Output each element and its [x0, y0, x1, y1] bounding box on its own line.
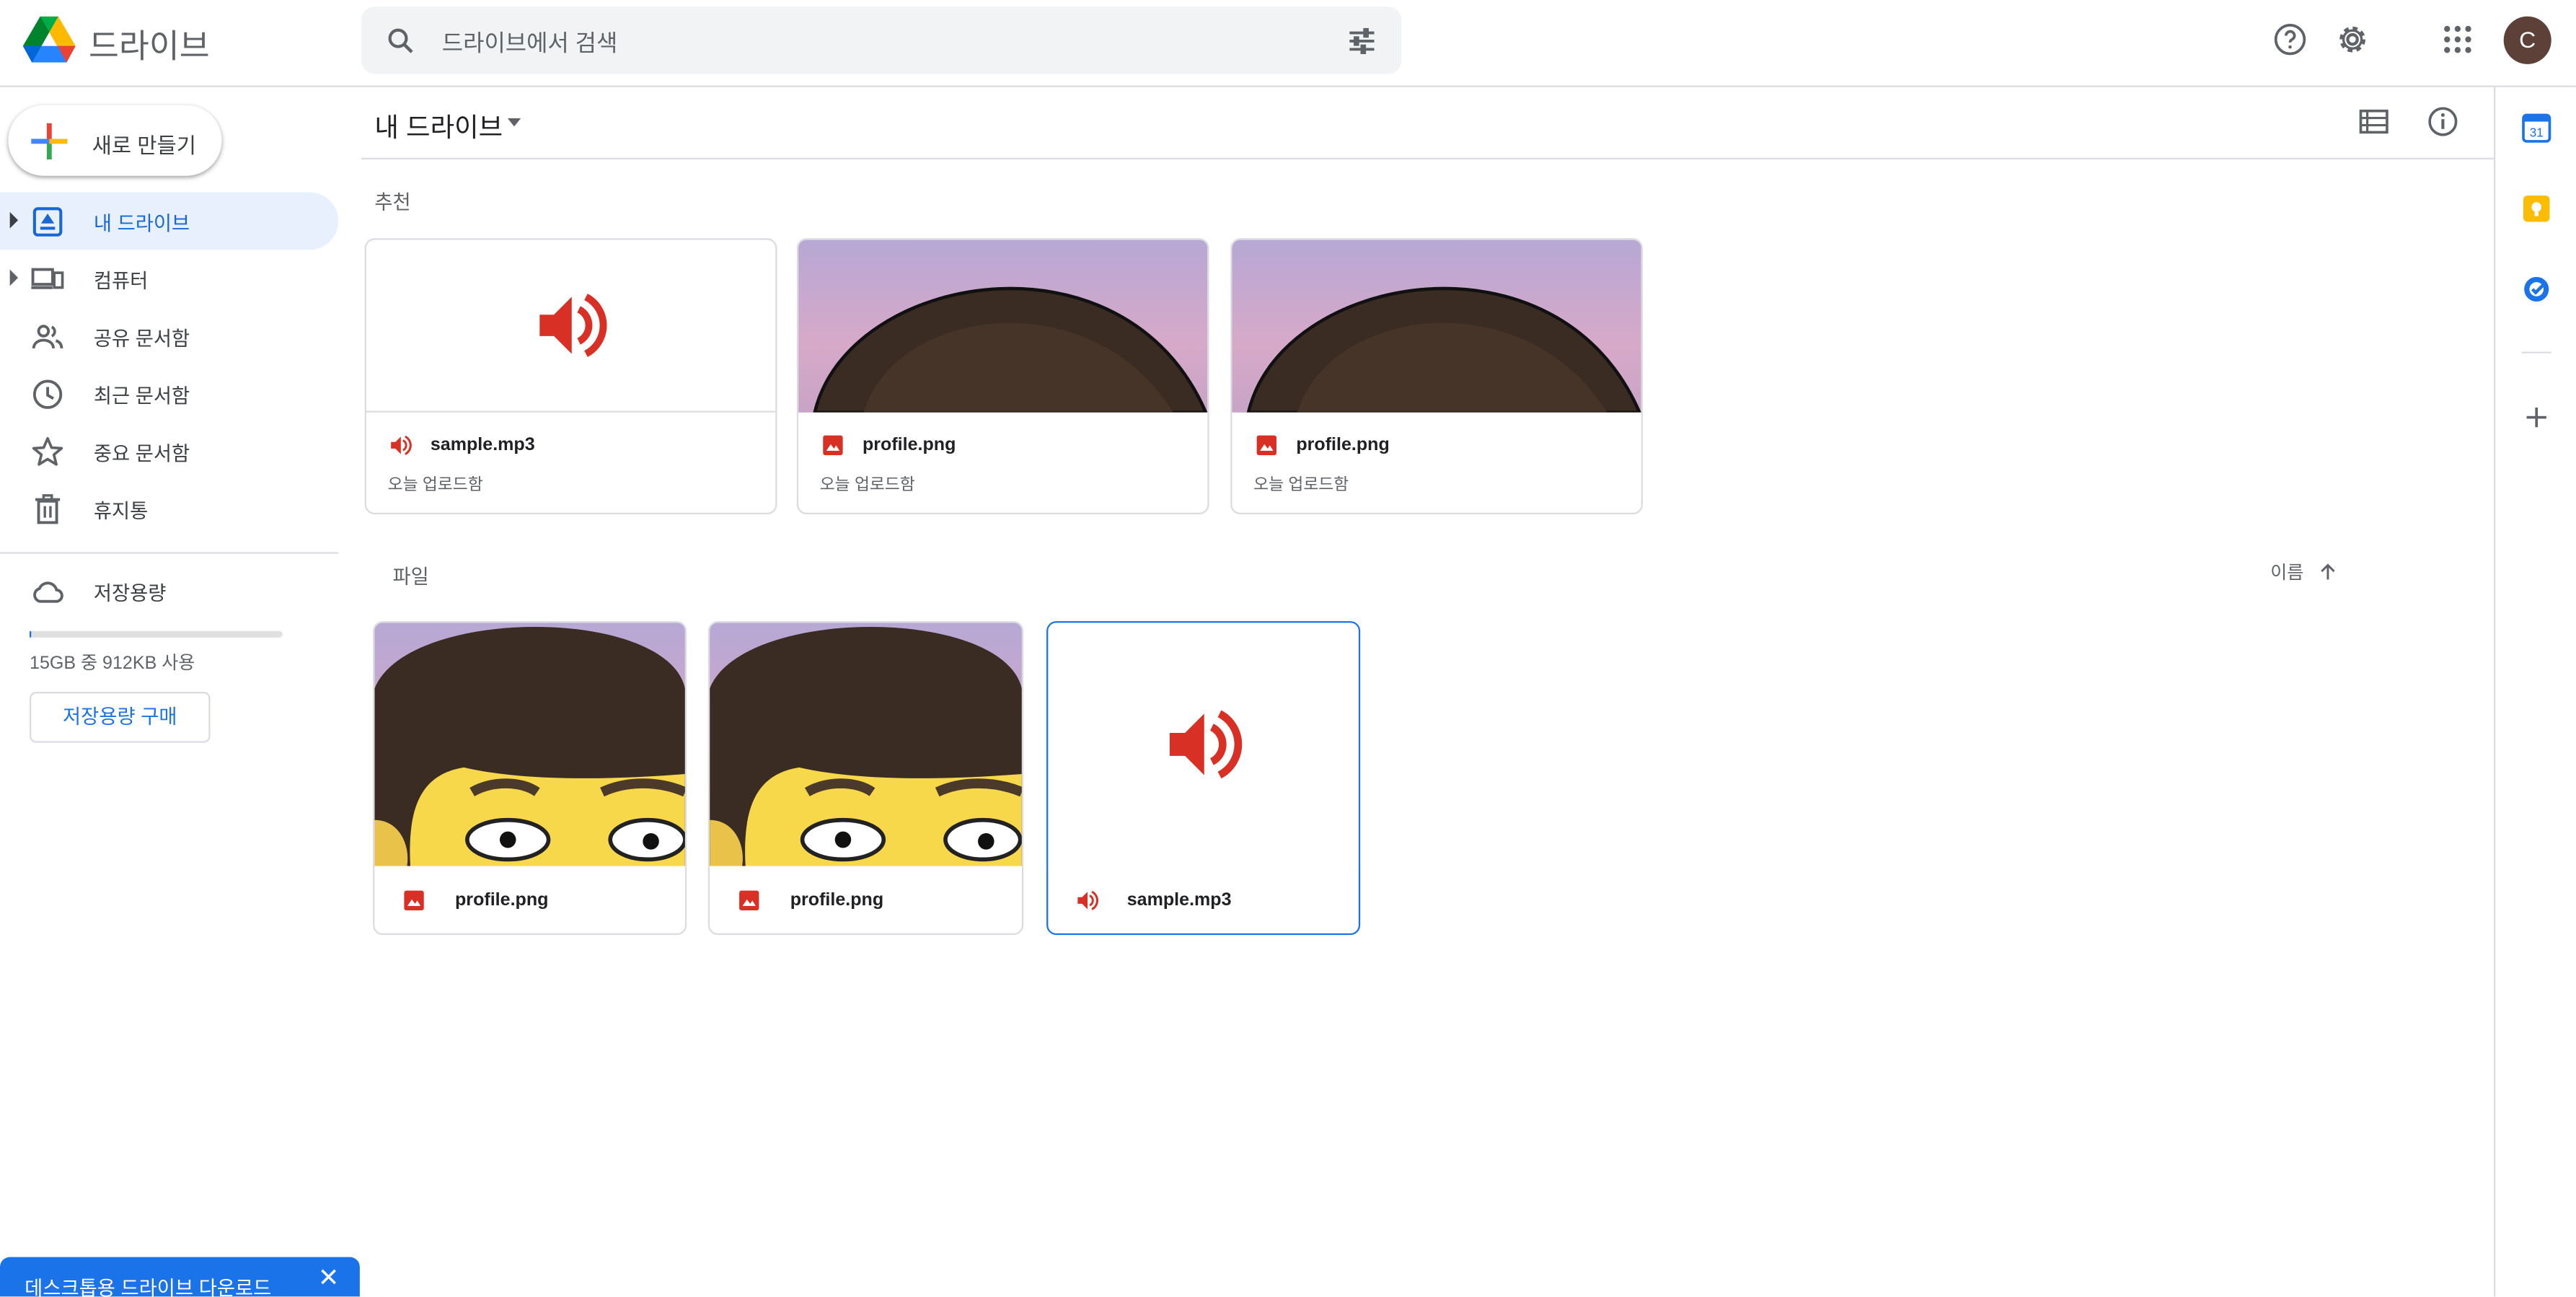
file-card[interactable]: profile.png — [707, 621, 1024, 936]
suggested-card[interactable]: profile.png 오늘 업로드함 — [1230, 238, 1643, 515]
arrow-up-icon[interactable] — [2316, 560, 2339, 584]
sidebar-item-label: 공유 문서함 — [93, 327, 190, 351]
chevron-down-icon[interactable] — [507, 118, 521, 127]
cloud-icon — [33, 581, 63, 603]
sidebar-item-recent[interactable]: 최근 문서함 — [0, 365, 338, 423]
profile-image-crop — [374, 627, 685, 866]
image-file-icon — [1256, 435, 1277, 456]
file-name: profile.png — [455, 890, 549, 911]
image-thumbnail — [374, 623, 685, 866]
sidebar-item-label: 휴지통 — [93, 499, 149, 523]
info-icon[interactable] — [2427, 105, 2460, 139]
main-divider — [361, 157, 2495, 159]
sidebar-item-label: 컴퓨터 — [93, 269, 149, 293]
search-input[interactable]: 드라이브에서 검색 — [442, 26, 618, 59]
drive-app: 드라이브 드라이브에서 검색 C 새로 만들기 내 드라이브 컴퓨터 공유 문서… — [0, 0, 2576, 1297]
suggested-card[interactable]: profile.png 오늘 업로드함 — [796, 238, 1209, 515]
file-subtitle: 오늘 업로드함 — [819, 476, 915, 495]
audio-thumbnail — [1048, 623, 1359, 866]
search-options-icon[interactable] — [1346, 25, 1379, 58]
suggested-section-label: 추천 — [374, 190, 411, 214]
download-desktop-banner[interactable]: 데스크톱용 드라이브 다운로드 — [0, 1257, 360, 1297]
keep-icon[interactable] — [2522, 194, 2551, 224]
page-title[interactable]: 내 드라이브 — [374, 105, 503, 145]
file-card-selected[interactable]: sample.mp3 — [1046, 621, 1361, 936]
image-thumbnail — [798, 239, 1208, 413]
image-file-icon — [823, 435, 843, 456]
suggested-card[interactable]: sample.mp3 오늘 업로드함 — [364, 238, 777, 515]
audio-thumbnail — [366, 239, 776, 413]
image-file-icon — [404, 890, 424, 911]
storage-usage-bar — [30, 630, 283, 638]
calendar-day: 31 — [2530, 126, 2544, 140]
list-view-icon[interactable] — [2357, 105, 2391, 139]
settings-gear-icon[interactable] — [2334, 22, 2370, 58]
file-subtitle: 오늘 업로드함 — [387, 476, 483, 495]
add-icon[interactable] — [2522, 403, 2551, 432]
profile-image-crop — [813, 286, 1208, 413]
audio-file-icon — [391, 435, 412, 455]
sidebar-divider — [0, 552, 339, 554]
expand-arrow-icon[interactable] — [9, 211, 19, 229]
sidebar-item-computers[interactable]: 컴퓨터 — [0, 250, 338, 307]
help-icon[interactable] — [2272, 22, 2308, 58]
side-panel-rail: 31 — [2494, 87, 2576, 1297]
drive-logo-icon[interactable] — [22, 16, 76, 63]
app-name[interactable]: 드라이브 — [89, 19, 210, 67]
computers-icon — [31, 268, 64, 289]
profile-image-crop — [710, 627, 1022, 866]
rail-divider — [2521, 351, 2551, 353]
image-thumbnail — [710, 623, 1022, 866]
calendar-icon[interactable]: 31 — [2522, 113, 2551, 143]
speaker-icon — [539, 294, 606, 357]
file-name: sample.mp3 — [1126, 890, 1232, 911]
sidebar-item-trash[interactable]: 휴지통 — [0, 480, 338, 537]
sidebar-item-storage[interactable]: 저장용량 — [0, 562, 338, 620]
close-icon[interactable] — [319, 1267, 338, 1286]
apps-grid-icon[interactable] — [2440, 22, 2476, 58]
file-name: profile.png — [1296, 435, 1390, 456]
trash-icon — [35, 494, 61, 524]
sort-by-name[interactable]: 이름 — [2270, 559, 2303, 585]
storage-usage-fill — [30, 630, 32, 638]
expand-arrow-icon[interactable] — [9, 269, 19, 286]
shared-people-icon — [32, 325, 63, 349]
search-icon[interactable] — [384, 25, 418, 58]
sidebar-item-starred[interactable]: 중요 문서함 — [0, 422, 338, 480]
speaker-icon — [1168, 710, 1242, 779]
sidebar-item-label: 최근 문서함 — [93, 384, 190, 408]
storage-usage-text: 15GB 중 912KB 사용 — [30, 654, 195, 674]
clock-icon — [32, 379, 63, 409]
sidebar-item-label: 저장용량 — [93, 581, 167, 605]
file-card[interactable]: profile.png — [373, 621, 687, 936]
search-bar[interactable]: 드라이브에서 검색 — [361, 6, 1402, 74]
audio-file-icon — [1077, 890, 1099, 910]
new-button[interactable]: 새로 만들기 — [8, 105, 222, 176]
image-thumbnail — [1232, 239, 1641, 413]
profile-image-crop — [1246, 286, 1641, 413]
top-header: 드라이브 드라이브에서 검색 C — [0, 0, 2576, 87]
file-name: profile.png — [790, 890, 884, 911]
file-name: sample.mp3 — [430, 435, 535, 456]
buy-storage-button[interactable]: 저장용량 구매 — [30, 692, 211, 743]
sidebar-item-shared[interactable]: 공유 문서함 — [0, 307, 338, 365]
my-drive-icon — [32, 207, 63, 237]
plus-icon — [31, 123, 68, 159]
sidebar-item-label: 중요 문서함 — [93, 441, 190, 465]
image-file-icon — [739, 890, 759, 911]
account-avatar[interactable]: C — [2503, 16, 2551, 64]
sidebar-item-label: 내 드라이브 — [93, 211, 190, 235]
tasks-icon[interactable] — [2522, 274, 2551, 304]
star-icon — [32, 436, 63, 466]
file-subtitle: 오늘 업로드함 — [1253, 476, 1349, 495]
banner-text: 데스크톱용 드라이브 다운로드 — [25, 1277, 272, 1297]
sidebar-item-my-drive[interactable]: 내 드라이브 — [0, 192, 339, 250]
new-button-label: 새로 만들기 — [92, 133, 197, 158]
file-name: profile.png — [862, 435, 956, 456]
files-section-label: 파일 — [392, 565, 429, 589]
